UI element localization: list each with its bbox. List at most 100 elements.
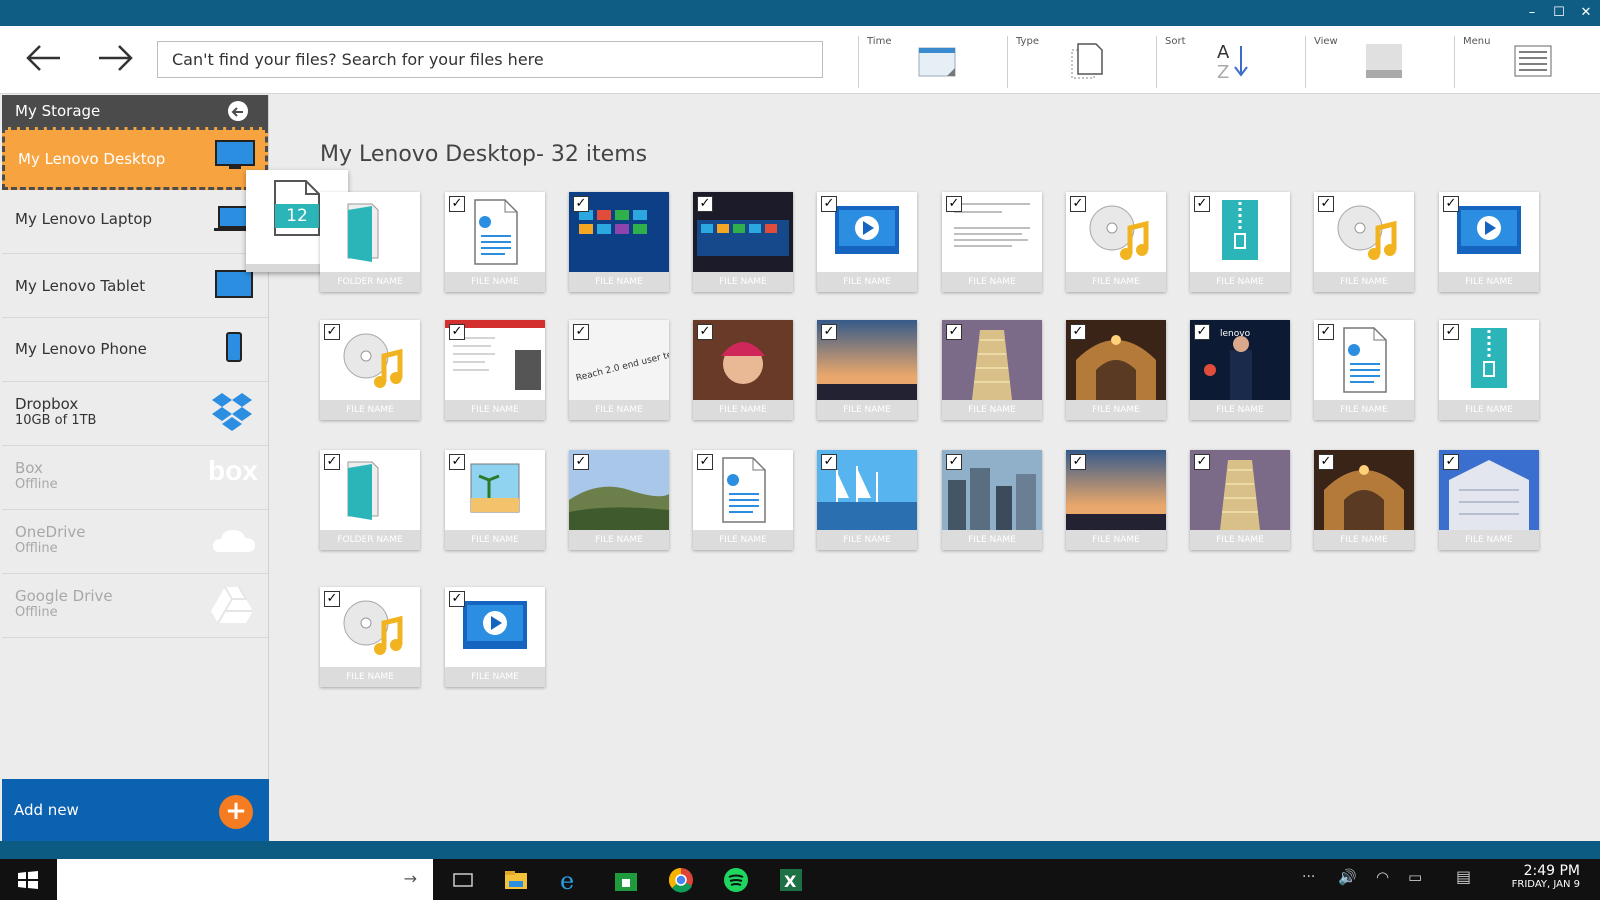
file-tile[interactable]: lenovo ✓ FILE NAME	[1190, 320, 1290, 420]
file-tile[interactable]: ✓ FILE NAME	[1066, 192, 1166, 292]
chrome-icon[interactable]	[668, 867, 694, 893]
sidebar-item-onedrive[interactable]: OneDrive Offline	[2, 511, 268, 574]
file-tile[interactable]: ✓ FILE NAME	[817, 192, 917, 292]
file-tile[interactable]: ✓ FILE NAME	[1190, 450, 1290, 550]
checkbox[interactable]: ✓	[821, 454, 837, 470]
view-button[interactable]: View	[1305, 36, 1451, 88]
checkbox[interactable]: ✓	[1443, 324, 1459, 340]
checkbox[interactable]: ✓	[821, 324, 837, 340]
file-tile[interactable]: ✓ FILE NAME	[1439, 192, 1539, 292]
checkbox[interactable]: ✓	[946, 324, 962, 340]
minimize-icon[interactable]: –	[1520, 3, 1544, 23]
menu-button[interactable]: Menu	[1454, 36, 1600, 88]
checkbox[interactable]: ✓	[573, 454, 589, 470]
file-tile[interactable]: ✓ FILE NAME	[817, 320, 917, 420]
taskbar-search[interactable]: →	[57, 859, 433, 900]
time-filter-button[interactable]: Time	[858, 36, 1004, 88]
file-tile[interactable]: ✓ FILE NAME	[693, 320, 793, 420]
sidebar-item-google-drive[interactable]: Google Drive Offline	[2, 575, 268, 638]
wifi-icon[interactable]: ◠	[1376, 868, 1389, 886]
windows-start-icon[interactable]	[18, 871, 38, 889]
sidebar-item-my-lenovo-desktop[interactable]: My Lenovo Desktop	[2, 127, 268, 190]
file-tile[interactable]: ✓ FILE NAME	[1066, 450, 1166, 550]
file-tile[interactable]: ✓ FILE NAME	[817, 450, 917, 550]
checkbox[interactable]: ✓	[449, 454, 465, 470]
checkbox[interactable]: ✓	[1070, 196, 1086, 212]
file-tile[interactable]: ✓ FILE NAME	[1314, 192, 1414, 292]
checkbox[interactable]: ✓	[573, 196, 589, 212]
checkbox[interactable]: ✓	[449, 324, 465, 340]
sidebar-item-box[interactable]: Box Offline box	[2, 447, 268, 510]
checkbox[interactable]: ✓	[1194, 324, 1210, 340]
file-tile[interactable]: FOLDER NAME	[320, 192, 420, 292]
excel-icon[interactable]: X	[778, 867, 804, 893]
sidebar-item-dropbox[interactable]: Dropbox 10GB of 1TB	[2, 383, 268, 446]
battery-icon[interactable]: ▭	[1408, 868, 1422, 886]
file-tile[interactable]: ✓ FOLDER NAME	[320, 450, 420, 550]
checkbox[interactable]: ✓	[1070, 454, 1086, 470]
file-tile[interactable]: ✓ FILE NAME	[693, 192, 793, 292]
task-view-icon[interactable]	[450, 867, 476, 893]
arrow-right-icon: →	[403, 869, 417, 888]
sidebar-item-my-lenovo-tablet[interactable]: My Lenovo Tablet	[2, 255, 268, 318]
back-button[interactable]	[22, 40, 66, 76]
spotify-icon[interactable]	[723, 867, 749, 893]
sidebar-item-my-lenovo-phone[interactable]: My Lenovo Phone	[2, 319, 268, 382]
checkbox[interactable]: ✓	[1318, 454, 1334, 470]
notifications-icon[interactable]: ▤	[1456, 867, 1471, 886]
close-icon[interactable]: ✕	[1574, 3, 1598, 23]
file-tile[interactable]: ✓ FILE NAME	[942, 192, 1042, 292]
checkbox[interactable]: ✓	[324, 454, 340, 470]
more-icon[interactable]: ···	[1302, 869, 1315, 885]
file-tile[interactable]: ✓ FILE NAME	[1190, 192, 1290, 292]
maximize-icon[interactable]: ☐	[1547, 3, 1571, 23]
file-tile[interactable]: ✓ FILE NAME	[569, 450, 669, 550]
checkbox[interactable]: ✓	[946, 454, 962, 470]
checkbox[interactable]: ✓	[697, 196, 713, 212]
file-tile[interactable]: ✓ FILE NAME	[320, 320, 420, 420]
type-filter-button[interactable]: Type	[1007, 36, 1153, 88]
checkbox[interactable]: ✓	[1443, 454, 1459, 470]
checkbox[interactable]: ✓	[324, 324, 340, 340]
file-tile[interactable]: ✓ FILE NAME	[320, 587, 420, 687]
file-tile[interactable]: ✓ FILE NAME	[942, 450, 1042, 550]
file-tile[interactable]: ✓ FILE NAME	[1314, 450, 1414, 550]
checkbox[interactable]: ✓	[1443, 196, 1459, 212]
checkbox[interactable]: ✓	[449, 591, 465, 607]
file-tile[interactable]: ✓ FILE NAME	[1066, 320, 1166, 420]
file-tile[interactable]: ✓ FILE NAME	[1439, 450, 1539, 550]
forward-button[interactable]	[93, 40, 137, 76]
file-tile[interactable]: ✓ FILE NAME	[693, 450, 793, 550]
checkbox[interactable]: ✓	[821, 196, 837, 212]
file-explorer-icon[interactable]	[503, 867, 529, 893]
file-tile[interactable]: ✓ FILE NAME	[445, 587, 545, 687]
search-input[interactable]: Can't find your files? Search for your f…	[157, 41, 823, 78]
file-tile[interactable]: ✓ FILE NAME	[445, 192, 545, 292]
checkbox[interactable]: ✓	[1194, 454, 1210, 470]
checkbox[interactable]: ✓	[1318, 324, 1334, 340]
back-arrow-icon[interactable]	[228, 101, 248, 121]
file-tile[interactable]: ✓ FILE NAME	[445, 320, 545, 420]
file-tile[interactable]: ✓ FILE NAME	[1439, 320, 1539, 420]
file-tile[interactable]: ✓ FILE NAME	[445, 450, 545, 550]
checkbox[interactable]: ✓	[1194, 196, 1210, 212]
file-tile[interactable]: Reach 2.0 end user test ✓ FILE NAME	[569, 320, 669, 420]
checkbox[interactable]: ✓	[324, 591, 340, 607]
clock[interactable]: 2:49 PM FRIDAY, JAN 9	[1512, 863, 1580, 890]
checkbox[interactable]: ✓	[449, 196, 465, 212]
checkbox[interactable]: ✓	[1318, 196, 1334, 212]
checkbox[interactable]: ✓	[697, 324, 713, 340]
sidebar-item-my-lenovo-laptop[interactable]: My Lenovo Laptop	[2, 191, 268, 254]
file-tile[interactable]: ✓ FILE NAME	[942, 320, 1042, 420]
internet-explorer-icon[interactable]: e	[558, 867, 584, 893]
checkbox[interactable]: ✓	[1070, 324, 1086, 340]
checkbox[interactable]: ✓	[573, 324, 589, 340]
store-icon[interactable]	[613, 867, 639, 893]
checkbox[interactable]: ✓	[946, 196, 962, 212]
checkbox[interactable]: ✓	[697, 454, 713, 470]
sort-button[interactable]: Sort AZ	[1156, 36, 1302, 88]
file-tile[interactable]: ✓ FILE NAME	[1314, 320, 1414, 420]
volume-icon[interactable]: 🔊	[1338, 868, 1357, 886]
file-tile[interactable]: ✓ FILE NAME	[569, 192, 669, 292]
add-new-button[interactable]: Add new +	[2, 779, 269, 841]
